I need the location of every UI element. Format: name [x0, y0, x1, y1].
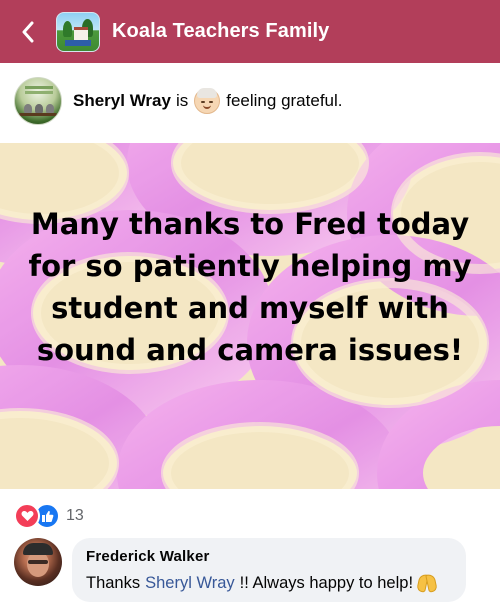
- comment-text: Thanks Sheryl Wray !! Always happy to he…: [86, 573, 452, 593]
- love-reaction-icon: [14, 503, 40, 529]
- comment-mention-link[interactable]: Sheryl Wray: [145, 574, 235, 593]
- comment-text-before: Thanks: [86, 573, 141, 592]
- author-avatar[interactable]: [14, 77, 62, 125]
- comment-bubble[interactable]: Frederick Walker Thanks Sheryl Wray !! A…: [72, 538, 466, 602]
- group-thumbnail[interactable]: [56, 11, 100, 52]
- comment: Frederick Walker Thanks Sheryl Wray !! A…: [0, 536, 500, 608]
- commenter-avatar[interactable]: [14, 538, 62, 586]
- post-header: Sheryl Wray is feeling grateful.: [0, 63, 500, 139]
- post-verb: is: [175, 91, 189, 110]
- group-title[interactable]: Koala Teachers Family: [112, 20, 329, 43]
- older-woman-emoji-icon: [194, 88, 221, 114]
- post-feeling: feeling grateful.: [226, 91, 343, 110]
- folded-hands-emoji-icon: [416, 573, 438, 593]
- post-text-background[interactable]: Many thanks to Fred today for so patient…: [0, 143, 500, 489]
- group-header: Koala Teachers Family: [0, 0, 500, 63]
- commenter-name[interactable]: Frederick Walker: [86, 548, 452, 565]
- back-button[interactable]: [0, 0, 56, 63]
- comment-text-after: !! Always happy to help!: [239, 573, 414, 592]
- post-message-text: Many thanks to Fred today for so patient…: [28, 207, 472, 367]
- post-feeling-line: Sheryl Wray is feeling grateful.: [73, 88, 343, 114]
- reaction-count: 13: [66, 507, 84, 524]
- post-author-name[interactable]: Sheryl Wray: [73, 91, 171, 111]
- reactions-summary[interactable]: 13: [14, 503, 84, 529]
- chevron-left-icon: [22, 21, 34, 42]
